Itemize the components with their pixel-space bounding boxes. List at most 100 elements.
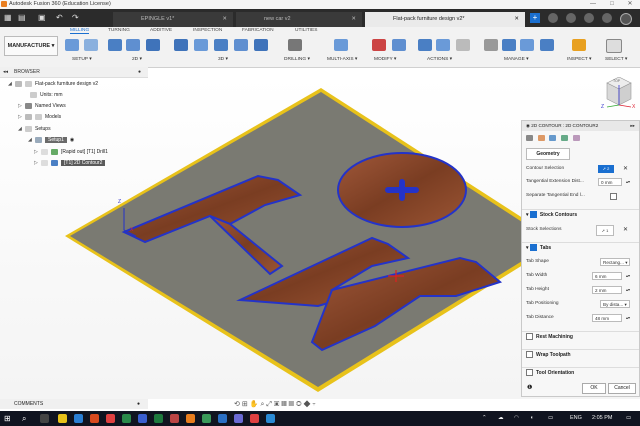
undo-icon[interactable]: ↶ [56, 13, 63, 22]
rest-machining-section[interactable]: Rest Machining [522, 331, 639, 342]
clear-stock-icon[interactable]: ✕ [623, 225, 628, 235]
contour-3d-icon[interactable] [254, 39, 268, 51]
group-modify[interactable]: MODIFY ▾ [374, 57, 396, 62]
tab-geometry[interactable]: Geometry [526, 148, 570, 160]
tray-wifi-icon[interactable]: ◠ [514, 415, 519, 421]
notification-center-icon[interactable]: ▭ [626, 415, 631, 421]
job-status-icon[interactable] [566, 13, 576, 23]
tree-named-views[interactable]: ▷ Named Views [18, 102, 66, 111]
look-at-icon[interactable]: ⊞ [242, 401, 250, 408]
tabs-checkbox[interactable] [529, 244, 537, 252]
new-tab-button[interactable]: + [530, 13, 540, 23]
geometry-tab-icon[interactable] [537, 135, 545, 141]
generate-icon[interactable] [418, 39, 432, 51]
setup-sheet-icon[interactable] [84, 39, 98, 51]
app-icon-red[interactable] [106, 414, 115, 423]
ok-button[interactable]: OK [582, 383, 606, 394]
tab-fabrication[interactable]: FABRICATION [242, 28, 274, 33]
tree-models[interactable]: ▷ Models [18, 113, 61, 122]
filter-icon[interactable]: ▿ [313, 401, 318, 408]
modify-icon[interactable] [372, 39, 386, 51]
wrap-toolpath-checkbox[interactable] [526, 351, 533, 359]
pan-icon[interactable]: ✋ [250, 401, 261, 408]
tangential-spinner-icon[interactable]: ▴▾ [626, 177, 630, 187]
measure-icon[interactable] [572, 39, 586, 51]
group-drilling[interactable]: DRILLING ▾ [284, 57, 310, 62]
part-round-disc[interactable] [337, 152, 467, 228]
tree-setups[interactable]: ◢ Setups [18, 125, 51, 134]
group-inspect[interactable]: INSPECT ▾ [567, 57, 591, 62]
tab-height-input[interactable]: 2 mm [592, 286, 622, 294]
view-cube[interactable]: TOP X Z [597, 76, 637, 117]
adaptive-clearing-icon[interactable] [174, 39, 188, 51]
tab-utilities[interactable]: UTILITIES [295, 28, 317, 33]
maximize-button[interactable]: □ [603, 0, 621, 9]
teams-icon[interactable] [234, 414, 243, 423]
tool-tab-icon[interactable] [526, 135, 533, 141]
parallel-icon[interactable] [234, 39, 248, 51]
dialog-expand-icon[interactable]: ▸▸ [630, 121, 635, 131]
workspace-selector[interactable]: MANUFACTURE ▾ [4, 36, 58, 56]
comments-panel[interactable]: COMMENTS ● [0, 399, 148, 409]
tab-width-input[interactable]: 6 mm [592, 272, 622, 280]
tab-inspection[interactable]: INSPECTION [193, 28, 222, 33]
dialog-collapse-icon[interactable]: ◉ [526, 123, 530, 128]
windows-start-icon[interactable]: ⊞ [4, 414, 11, 423]
post-process-icon[interactable] [456, 39, 470, 51]
tab-milling[interactable]: MILLING [70, 28, 90, 34]
tool-library-icon[interactable] [484, 39, 498, 51]
group-setup[interactable]: SETUP ▾ [72, 57, 92, 62]
group-select[interactable]: SELECT ▾ [605, 57, 627, 62]
2d-contour-icon[interactable] [146, 39, 160, 51]
orbit-icon[interactable]: ⟲ [234, 401, 242, 408]
fusion-taskbar-icon[interactable] [186, 414, 195, 423]
tray-chevron-icon[interactable]: ⌃ [482, 415, 487, 421]
machine-library-icon[interactable] [502, 39, 516, 51]
tab-epingle[interactable]: EPINGLE v1* ✕ [113, 12, 233, 27]
file-explorer-icon[interactable] [58, 414, 67, 423]
multi-axis-icon[interactable] [334, 39, 348, 51]
tray-cloud-icon[interactable]: ☁ [498, 415, 504, 421]
contour-selection-button[interactable]: ➚ 2 [598, 165, 614, 173]
post-library-icon[interactable] [540, 39, 554, 51]
browser-pin-icon[interactable]: ● [138, 69, 141, 75]
app-icon-red-2[interactable] [250, 414, 259, 423]
new-setup-icon[interactable] [65, 39, 79, 51]
user-avatar[interactable] [620, 13, 632, 25]
data-panel-icon[interactable]: ▦ [4, 13, 12, 22]
app-icon-green[interactable] [122, 414, 131, 423]
group-2d[interactable]: 2D ▾ [132, 57, 142, 62]
tab-flat-pack[interactable]: Flat-pack furniture design v2* ✕ [365, 12, 525, 27]
tab-turning[interactable]: TURNING [108, 28, 130, 33]
cancel-button[interactable]: Cancel [608, 383, 636, 394]
collapse-browser-icon[interactable]: ◂◂ [3, 69, 8, 75]
tray-battery-icon[interactable]: ▭ [548, 415, 553, 421]
tray-language[interactable]: ENG [570, 415, 582, 421]
group-actions[interactable]: ACTIONS ▾ [427, 57, 452, 62]
stock-selections-button[interactable]: ➚ 1 [596, 225, 614, 236]
tab-width-spinner-icon[interactable]: ▴▾ [626, 271, 630, 281]
dialog-title-bar[interactable]: ◉ 2D CONTOUR : 2D CONTOUR2 ▸▸ [522, 121, 639, 131]
tabs-section[interactable]: ▾ Tabs [522, 242, 639, 253]
save-icon[interactable]: ▣ [38, 13, 46, 22]
viewports-icon[interactable]: ▤ [289, 401, 296, 408]
word-icon[interactable] [138, 414, 147, 423]
notifications-icon[interactable] [584, 13, 594, 23]
linking-tab-icon[interactable] [572, 135, 580, 141]
whatsapp-icon[interactable] [202, 414, 211, 423]
tray-clock[interactable]: 2:05 PM [592, 415, 612, 421]
tree-setup1[interactable]: ◢ Setup1 ◉ [28, 136, 74, 145]
tab-positioning-select[interactable]: By dista... ▾ [600, 300, 630, 308]
tab-shape-select[interactable]: Rectang... ▾ [600, 258, 630, 266]
2d-pocket-icon[interactable] [126, 39, 140, 51]
separate-tangential-checkbox[interactable] [610, 193, 617, 200]
simulate-icon[interactable] [436, 39, 450, 51]
comments-add-icon[interactable]: ● [137, 399, 140, 409]
tab-additive[interactable]: ADDITIVE [150, 28, 172, 33]
tab-distance-input[interactable]: 48 mm [592, 314, 622, 322]
close-button[interactable]: ✕ [621, 0, 639, 9]
template-library-icon[interactable] [520, 39, 534, 51]
grid-icon[interactable]: ▦ [281, 401, 288, 408]
edge-icon[interactable] [74, 414, 83, 423]
tool-orientation-section[interactable]: Tool Orientation [522, 367, 639, 378]
